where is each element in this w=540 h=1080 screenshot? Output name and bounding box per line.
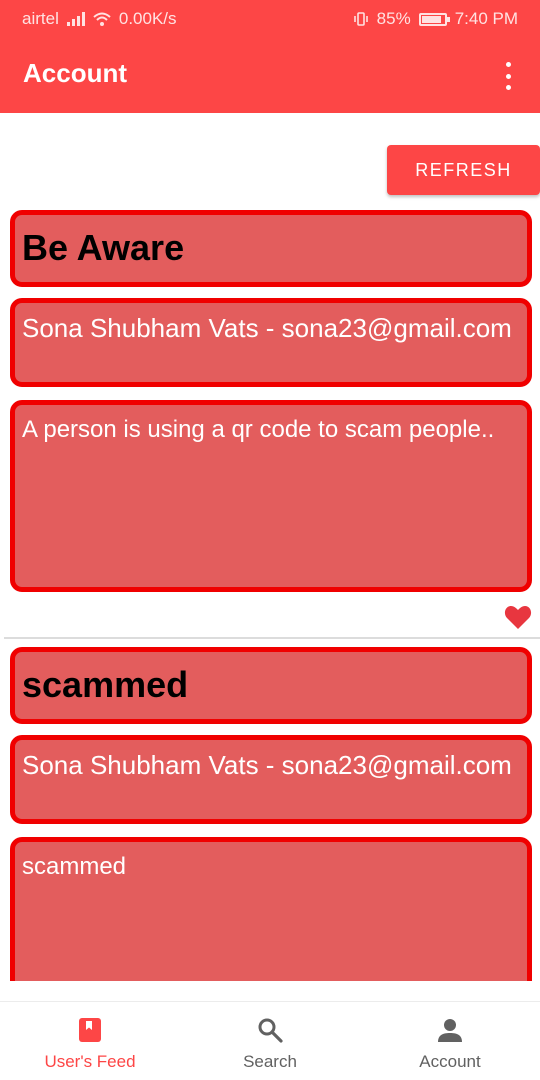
status-right: 85% 7:40 PM (353, 9, 518, 29)
person-icon (438, 1019, 462, 1042)
post-title-field: scammed (10, 647, 532, 724)
nav-users-feed[interactable]: User's Feed (0, 1002, 180, 1080)
post-author-field: Sona Shubham Vats - sona23@gmail.com (10, 735, 532, 824)
user-feed-list[interactable]: Be Aware Sona Shubham Vats - sona23@gmai… (0, 200, 540, 981)
clock: 7:40 PM (454, 9, 518, 28)
nav-label: Account (419, 1052, 481, 1071)
post-divider (4, 637, 540, 639)
bottom-navigation: User's Feed Search Account (0, 1001, 540, 1080)
battery-icon (418, 12, 450, 26)
post-title-field: Be Aware (10, 210, 532, 287)
heart-icon[interactable] (504, 604, 532, 630)
wifi-icon (93, 12, 111, 26)
network-speed: 0.00K/s (118, 9, 177, 28)
status-left: airtel 0.00K/s (22, 9, 177, 29)
battery-percent: 85% (376, 9, 411, 28)
app-bar: airtel 0.00K/s 85% 7:40 PM Account (0, 0, 540, 113)
nav-label: Search (243, 1052, 297, 1071)
book-icon (79, 1018, 101, 1042)
nav-label: User's Feed (44, 1052, 136, 1071)
more-vert-icon[interactable] (498, 62, 518, 90)
nav-account[interactable]: Account (360, 1002, 540, 1080)
page-title: Account (23, 58, 127, 88)
refresh-button[interactable]: REFRESH (387, 145, 540, 195)
post-body-field: A person is using a qr code to scam peop… (10, 400, 532, 592)
search-icon (258, 1018, 283, 1043)
carrier-name: airtel (22, 9, 59, 28)
nav-search[interactable]: Search (180, 1002, 360, 1080)
post-body-field: scammed (10, 837, 532, 981)
post-author-field: Sona Shubham Vats - sona23@gmail.com (10, 298, 532, 387)
vibrate-icon (353, 12, 368, 26)
status-bar: airtel 0.00K/s 85% 7:40 PM (0, 0, 540, 38)
signal-icon (66, 12, 85, 26)
